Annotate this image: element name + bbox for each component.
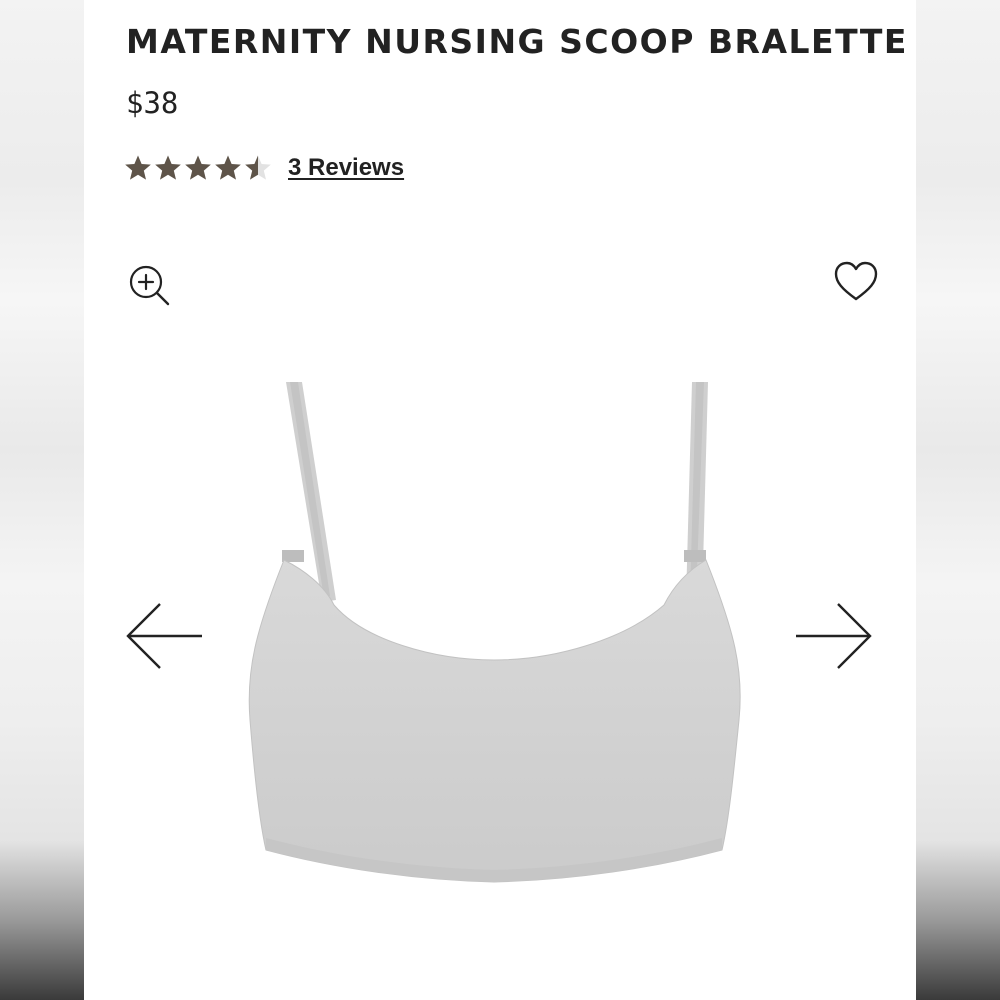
screenshot-frame: MATERNITY NURSING SCOOP BRALETTE $38 3 R…	[0, 0, 1000, 1000]
star-icon	[215, 155, 241, 180]
star-icon	[155, 155, 181, 180]
rating-row: 3 Reviews	[124, 154, 404, 182]
left-blur-bar	[0, 0, 84, 1000]
zoom-in-icon	[129, 265, 170, 306]
star-icon	[185, 155, 211, 180]
arrow-right-icon	[796, 603, 872, 669]
favorite-button[interactable]	[832, 258, 880, 306]
next-image-button[interactable]	[794, 600, 874, 672]
product-panel: MATERNITY NURSING SCOOP BRALETTE $38 3 R…	[84, 0, 916, 1000]
heart-icon	[834, 261, 878, 301]
zoom-button[interactable]	[126, 262, 174, 310]
star-icon	[125, 155, 151, 180]
right-blur-bar	[916, 0, 1000, 1000]
star-rating	[124, 154, 272, 182]
reviews-link[interactable]: 3 Reviews	[288, 154, 404, 182]
star-icon	[245, 155, 271, 180]
arrow-left-icon	[126, 603, 202, 669]
product-image	[248, 382, 741, 883]
product-price: $38	[126, 86, 179, 120]
previous-image-button[interactable]	[124, 600, 204, 672]
product-title: MATERNITY NURSING SCOOP BRALETTE	[126, 22, 908, 61]
